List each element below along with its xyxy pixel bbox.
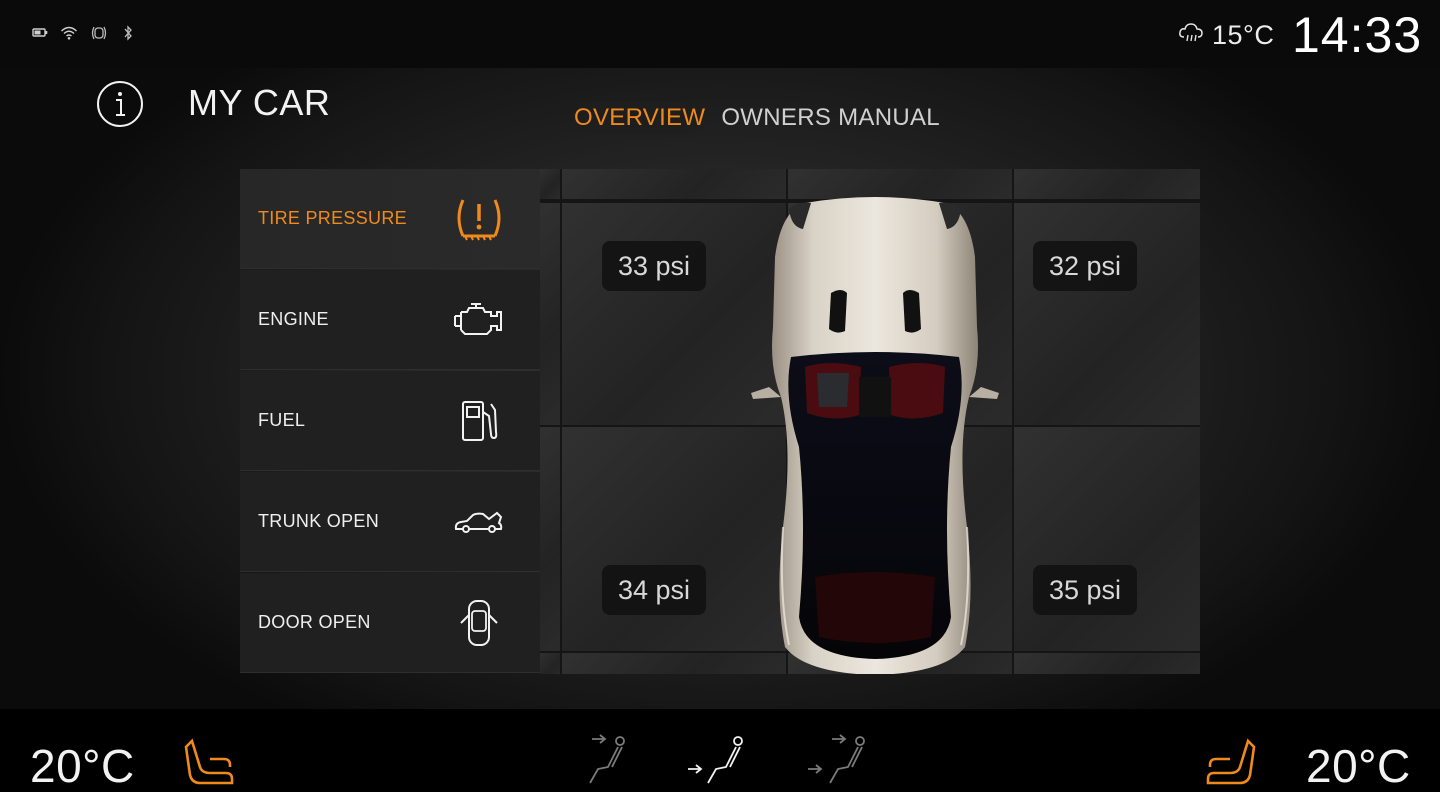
tire-pressure-icon bbox=[452, 192, 506, 246]
sidebar-item-label: ENGINE bbox=[258, 309, 329, 329]
sidebar-item-label: TIRE PRESSURE bbox=[258, 208, 407, 228]
airflow-face-icon[interactable] bbox=[586, 733, 650, 789]
status-bar: 15°C 14:33 bbox=[0, 0, 1440, 68]
engine-icon bbox=[452, 293, 506, 347]
weather-widget[interactable]: 15°C bbox=[1178, 18, 1274, 52]
tab-overview[interactable]: OVERVIEW bbox=[566, 102, 714, 134]
tab-owners-manual[interactable]: OWNERS MANUAL bbox=[713, 102, 948, 134]
tire-pressure-front-right: 32 psi bbox=[1033, 241, 1137, 291]
sidebar-item-trunk-open[interactable]: TRUNK OPEN bbox=[240, 472, 540, 572]
airflow-feet-icon[interactable] bbox=[686, 733, 750, 789]
main-area: MY CAR OVERVIEW OWNERS MANUAL TIRE PRESS… bbox=[0, 68, 1440, 709]
wifi-icon bbox=[60, 25, 78, 46]
battery-icon bbox=[32, 25, 48, 44]
airflow-face-feet-icon[interactable] bbox=[806, 733, 870, 789]
sidebar-item-label: TRUNK OPEN bbox=[258, 511, 380, 531]
info-icon[interactable] bbox=[96, 80, 144, 128]
tire-pressure-front-left: 33 psi bbox=[602, 241, 706, 291]
fuel-pump-icon bbox=[452, 394, 506, 448]
bluetooth-icon bbox=[122, 25, 134, 46]
sidebar-item-engine[interactable]: ENGINE bbox=[240, 270, 540, 370]
sidebar-item-label: DOOR OPEN bbox=[258, 612, 371, 632]
sidebar-item-fuel[interactable]: FUEL bbox=[240, 371, 540, 471]
climate-bar: 20°C 20°C bbox=[0, 709, 1440, 792]
clock: 14:33 bbox=[1292, 7, 1423, 63]
outside-temperature: 15°C bbox=[1212, 19, 1275, 50]
car-top-view-image bbox=[751, 197, 999, 674]
sidebar-item-tire-pressure[interactable]: TIRE PRESSURE bbox=[240, 169, 540, 269]
vehicle-status-menu: TIRE PRESSURE ENGINE FUEL TRUNK OPEN DOO… bbox=[240, 169, 540, 674]
tire-pressure-rear-right: 35 psi bbox=[1033, 565, 1137, 615]
tab-bar: OVERVIEW OWNERS MANUAL bbox=[566, 102, 948, 134]
page-title: MY CAR bbox=[188, 82, 331, 123]
car-overview-panel: 33 psi 32 psi 34 psi 35 psi bbox=[540, 169, 1200, 674]
right-temperature[interactable]: 20°C bbox=[1306, 739, 1411, 792]
cloud-rain-icon bbox=[1178, 22, 1204, 49]
seat-heat-icon[interactable] bbox=[184, 737, 238, 787]
tire-warning-icon bbox=[90, 25, 108, 46]
left-temperature[interactable]: 20°C bbox=[30, 739, 135, 792]
door-open-icon bbox=[452, 596, 506, 650]
trunk-open-icon bbox=[452, 495, 506, 549]
sidebar-item-door-open[interactable]: DOOR OPEN bbox=[240, 573, 540, 673]
sidebar-item-label: FUEL bbox=[258, 410, 306, 430]
tire-pressure-rear-left: 34 psi bbox=[602, 565, 706, 615]
seat-heat-icon[interactable] bbox=[1202, 737, 1256, 787]
